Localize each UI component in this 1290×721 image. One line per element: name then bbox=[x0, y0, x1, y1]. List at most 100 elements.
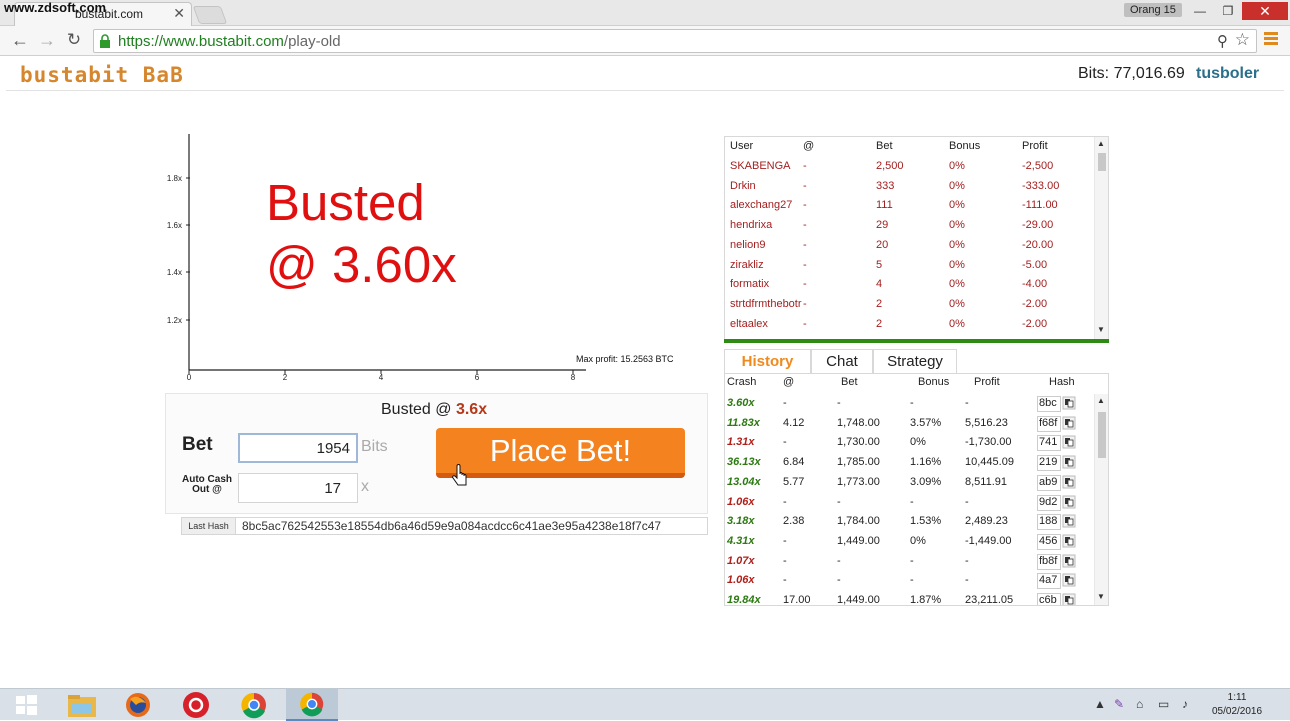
bet-amount-input[interactable] bbox=[238, 433, 358, 463]
bet-value: - bbox=[837, 397, 841, 409]
header-at: @ bbox=[803, 140, 815, 152]
header-bonus: Bonus bbox=[918, 376, 950, 388]
minimize-icon[interactable]: — bbox=[1186, 2, 1214, 20]
y-tick-label: 1.2x bbox=[167, 316, 182, 325]
tray-clock[interactable]: 1:11 05/02/2016 bbox=[1212, 691, 1262, 719]
forward-arrow-icon[interactable]: → bbox=[37, 30, 57, 50]
maximize-icon[interactable]: ❐ bbox=[1214, 2, 1242, 20]
tab-strategy[interactable]: Strategy bbox=[873, 349, 957, 373]
battery-icon[interactable]: ▭ bbox=[1158, 697, 1169, 711]
copy-icon[interactable] bbox=[1062, 514, 1076, 528]
auto-cashout-input[interactable] bbox=[238, 473, 358, 503]
player-name: eltaalex bbox=[730, 317, 768, 330]
tray-chevron-icon[interactable]: ▲ bbox=[1094, 697, 1106, 711]
copy-icon[interactable] bbox=[1062, 495, 1076, 509]
history-scrollbar[interactable]: ▲ ▼ bbox=[1094, 394, 1108, 605]
bits-label: Bits: bbox=[1078, 65, 1110, 82]
url-text: https://www.bustabit.com/play-old bbox=[118, 33, 341, 50]
hash-field[interactable]: ab9 bbox=[1037, 474, 1061, 491]
back-arrow-icon[interactable]: ← bbox=[10, 30, 30, 50]
bet-value: - bbox=[837, 574, 841, 587]
reload-icon[interactable]: ↻ bbox=[64, 30, 84, 50]
browser-menu-icon[interactable] bbox=[1264, 32, 1278, 46]
player-bonus: 0% bbox=[949, 278, 965, 291]
copy-icon[interactable] bbox=[1062, 396, 1076, 410]
bonus-value: - bbox=[910, 397, 914, 409]
hash-field[interactable]: fb8f bbox=[1037, 553, 1061, 570]
player-name: Drkin bbox=[730, 179, 756, 192]
copy-icon[interactable] bbox=[1062, 593, 1076, 606]
cashout-at: - bbox=[783, 495, 787, 508]
tab-close-icon[interactable]: ✕ bbox=[173, 5, 185, 22]
y-tick-label: 1.6x bbox=[167, 221, 182, 230]
hash-field[interactable]: 188 bbox=[1037, 514, 1061, 531]
bet-controls: Busted @ 3.6x Bet Bits Auto Cash Out @ x… bbox=[165, 393, 708, 514]
username-link[interactable]: tusboler bbox=[1196, 65, 1259, 83]
y-ticks: 1.8x 1.6x 1.4x 1.2x bbox=[167, 174, 190, 325]
player-bet: 5 bbox=[876, 258, 883, 271]
site-logo[interactable]: bustabit BaB bbox=[20, 63, 184, 87]
scroll-up-icon[interactable]: ▲ bbox=[1097, 139, 1105, 148]
pen-icon[interactable]: ✎ bbox=[1114, 697, 1124, 711]
copy-icon[interactable] bbox=[1062, 435, 1076, 449]
scroll-down-icon[interactable]: ▼ bbox=[1097, 325, 1105, 334]
header-profit: Profit bbox=[974, 376, 1000, 388]
copy-icon[interactable] bbox=[1062, 554, 1076, 568]
file-explorer-icon[interactable] bbox=[56, 689, 108, 721]
bonus-value: 1.53% bbox=[910, 515, 942, 528]
hash-field[interactable]: c6b bbox=[1037, 593, 1061, 605]
address-bar[interactable]: https://www.bustabit.com/play-old ⚲ ☆ bbox=[93, 29, 1257, 53]
volume-icon[interactable]: ♪ bbox=[1182, 697, 1188, 711]
scroll-down-icon[interactable]: ▼ bbox=[1097, 592, 1105, 601]
crash-multiplier: 3.18x bbox=[727, 515, 755, 528]
hash-field[interactable]: 219 bbox=[1037, 455, 1061, 472]
firefox-icon[interactable] bbox=[112, 689, 164, 721]
busted-display: Busted @ 3.60x bbox=[266, 172, 457, 296]
profit-value: 10,445.09 bbox=[965, 456, 1014, 469]
x-tick-label: 6 bbox=[475, 373, 480, 382]
network-icon[interactable]: ⌂ bbox=[1136, 697, 1143, 711]
cashout-at: - bbox=[783, 554, 787, 567]
copy-icon[interactable] bbox=[1062, 416, 1076, 430]
bet-value: - bbox=[837, 554, 841, 567]
close-window-icon[interactable]: ✕ bbox=[1242, 2, 1288, 20]
scroll-thumb[interactable] bbox=[1098, 412, 1106, 458]
copy-icon[interactable] bbox=[1062, 475, 1076, 489]
profit-value: 8,511.91 bbox=[965, 475, 1008, 488]
player-cashout: - bbox=[803, 238, 807, 251]
creative-cloud-icon[interactable] bbox=[170, 689, 222, 721]
chrome-active-icon[interactable] bbox=[286, 689, 338, 721]
copy-icon[interactable] bbox=[1062, 455, 1076, 469]
copy-icon[interactable] bbox=[1062, 573, 1076, 587]
new-tab-button[interactable] bbox=[192, 6, 228, 24]
crash-multiplier: 13.04x bbox=[727, 475, 761, 488]
chrome-icon[interactable] bbox=[228, 689, 280, 721]
last-hash-row: Last Hash 8bc5ac762542553e18554db6a46d59… bbox=[181, 517, 708, 535]
hash-field[interactable]: 9d2 bbox=[1037, 494, 1061, 511]
tab-history[interactable]: History bbox=[724, 349, 811, 373]
players-progress-bar bbox=[724, 339, 1109, 343]
player-name: nelion9 bbox=[730, 238, 766, 251]
place-bet-button[interactable]: Place Bet! bbox=[436, 428, 685, 478]
profit-value: - bbox=[965, 574, 969, 587]
player-profit: -20.00 bbox=[1022, 238, 1054, 251]
copy-icon[interactable] bbox=[1062, 534, 1076, 548]
player-profit: -333.00 bbox=[1022, 179, 1060, 192]
zoom-icon[interactable]: ⚲ bbox=[1217, 32, 1228, 50]
scroll-thumb[interactable] bbox=[1098, 153, 1106, 171]
bonus-value: - bbox=[910, 495, 914, 508]
tab-chat[interactable]: Chat bbox=[811, 349, 873, 373]
profile-badge[interactable]: Orang 15 bbox=[1124, 3, 1182, 17]
bet-value: 1,784.00 bbox=[837, 515, 880, 528]
max-profit-label: Max profit: 15.2563 BTC bbox=[576, 354, 674, 364]
hash-field[interactable]: 456 bbox=[1037, 533, 1061, 550]
windows-start-icon[interactable] bbox=[0, 689, 52, 721]
hash-field[interactable]: 4a7 bbox=[1037, 573, 1061, 590]
bookmark-star-icon[interactable]: ☆ bbox=[1235, 30, 1250, 50]
hash-field[interactable]: f68f bbox=[1037, 415, 1061, 432]
last-hash-value[interactable]: 8bc5ac762542553e18554db6a46d59e9a084acdc… bbox=[242, 519, 661, 533]
hash-field[interactable]: 741 bbox=[1037, 435, 1061, 452]
hash-field[interactable]: 8bc bbox=[1037, 396, 1061, 412]
scroll-up-icon[interactable]: ▲ bbox=[1097, 396, 1105, 405]
players-scrollbar[interactable]: ▲ ▼ bbox=[1094, 137, 1108, 339]
